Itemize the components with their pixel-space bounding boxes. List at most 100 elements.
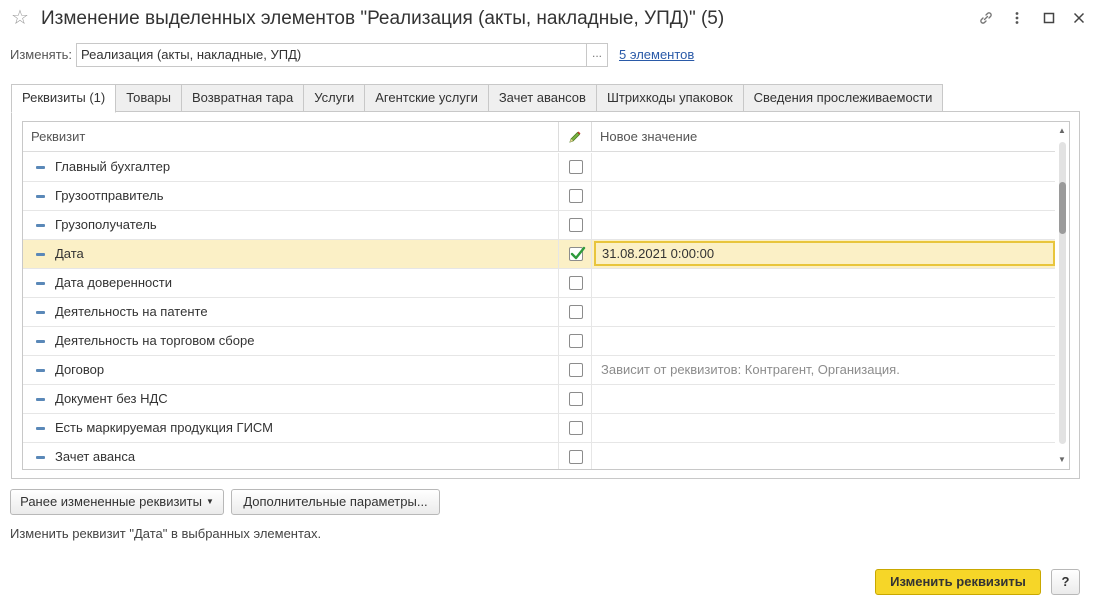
table-row[interactable]: Зачет аванса bbox=[23, 443, 1055, 469]
scroll-thumb[interactable] bbox=[1059, 182, 1066, 234]
change-checkbox[interactable] bbox=[569, 421, 583, 435]
requisite-icon bbox=[36, 369, 45, 372]
check-cell bbox=[558, 182, 592, 210]
requisite-name: Главный бухгалтер bbox=[55, 159, 171, 174]
table-row-selected[interactable]: Дата 31.08.2021 0:00:00 bbox=[23, 240, 1055, 269]
requisite-icon bbox=[36, 340, 45, 343]
previous-changed-label: Ранее измененные реквизиты bbox=[20, 494, 202, 509]
tab-panel: Реквизит Новое значение Главный бухгалте… bbox=[11, 111, 1080, 479]
table-row[interactable]: Документ без НДС bbox=[23, 385, 1055, 414]
tab-services[interactable]: Услуги bbox=[304, 84, 366, 112]
change-checkbox[interactable] bbox=[569, 276, 583, 290]
choose-button[interactable]: ... bbox=[586, 43, 608, 67]
vertical-scrollbar[interactable]: ▲ ▼ bbox=[1055, 122, 1069, 469]
new-value-cell[interactable]: Зависит от реквизитов: Контрагент, Орган… bbox=[593, 356, 1055, 384]
new-value-cell[interactable] bbox=[593, 182, 1055, 210]
requisite-name: Деятельность на патенте bbox=[55, 304, 208, 319]
change-checkbox[interactable] bbox=[569, 218, 583, 232]
elements-count-link[interactable]: 5 элементов bbox=[619, 47, 694, 62]
new-value-cell[interactable]: 31.08.2021 0:00:00 bbox=[593, 240, 1055, 268]
tab-requisites[interactable]: Реквизиты (1) bbox=[11, 84, 117, 113]
check-cell bbox=[558, 269, 592, 297]
requisite-name: Деятельность на торговом сборе bbox=[55, 333, 255, 348]
change-checkbox[interactable] bbox=[569, 305, 583, 319]
tab-returnable-packaging[interactable]: Возвратная тара bbox=[181, 84, 305, 112]
change-target-field[interactable]: Реализация (акты, накладные, УПД) bbox=[76, 43, 586, 67]
apply-changes-button[interactable]: Изменить реквизиты bbox=[875, 569, 1041, 595]
column-header-requisite[interactable]: Реквизит bbox=[31, 122, 85, 152]
new-value-cell[interactable] bbox=[593, 414, 1055, 442]
table-row[interactable]: Деятельность на патенте bbox=[23, 298, 1055, 327]
new-value-cell[interactable] bbox=[593, 298, 1055, 326]
scroll-up-icon[interactable]: ▲ bbox=[1058, 126, 1066, 135]
tab-agent-services[interactable]: Агентские услуги bbox=[365, 84, 489, 112]
new-value-cell[interactable] bbox=[593, 269, 1055, 297]
window-title: Изменение выделенных элементов "Реализац… bbox=[41, 8, 725, 29]
link-icon[interactable] bbox=[976, 8, 996, 28]
tab-traceability[interactable]: Сведения прослеживаемости bbox=[743, 84, 944, 112]
requisite-icon bbox=[36, 253, 45, 256]
favorite-star-icon[interactable]: ☆ bbox=[11, 6, 29, 30]
requisite-icon bbox=[36, 427, 45, 430]
additional-params-button[interactable]: Дополнительные параметры... bbox=[231, 489, 440, 515]
check-cell bbox=[558, 356, 592, 384]
change-checkbox[interactable] bbox=[569, 160, 583, 174]
table-row[interactable]: Есть маркируемая продукция ГИСМ bbox=[23, 414, 1055, 443]
change-checkbox[interactable] bbox=[569, 392, 583, 406]
check-cell bbox=[558, 153, 592, 181]
check-cell bbox=[558, 443, 592, 469]
tab-package-barcodes[interactable]: Штрихкоды упаковок bbox=[596, 84, 744, 112]
change-checkbox[interactable] bbox=[569, 189, 583, 203]
change-checkbox[interactable] bbox=[569, 450, 583, 464]
new-value-cell[interactable] bbox=[593, 385, 1055, 413]
check-cell bbox=[558, 327, 592, 355]
table-header: Реквизит Новое значение bbox=[23, 122, 1055, 152]
tab-advance-offset[interactable]: Зачет авансов bbox=[488, 84, 597, 112]
table-row[interactable]: Грузоотправитель bbox=[23, 182, 1055, 211]
maximize-icon[interactable] bbox=[1039, 8, 1059, 28]
requisite-icon bbox=[36, 398, 45, 401]
change-checkbox[interactable] bbox=[569, 363, 583, 377]
status-text: Изменить реквизит "Дата" в выбранных эле… bbox=[10, 526, 322, 541]
new-value-cell[interactable] bbox=[593, 443, 1055, 469]
table-row[interactable]: Дата доверенности bbox=[23, 269, 1055, 298]
table-row[interactable]: Грузополучатель bbox=[23, 211, 1055, 240]
change-checkbox[interactable] bbox=[569, 334, 583, 348]
help-button[interactable]: ? bbox=[1051, 569, 1080, 595]
tab-bar: Реквизиты (1) Товары Возвратная тара Усл… bbox=[11, 84, 944, 113]
column-header-new-value[interactable]: Новое значение bbox=[600, 122, 697, 152]
checkmark-icon bbox=[570, 246, 586, 260]
requisite-name: Дата доверенности bbox=[55, 275, 172, 290]
table-body: Главный бухгалтер Грузоотправитель Грузо… bbox=[23, 153, 1055, 469]
check-cell bbox=[558, 211, 592, 239]
check-cell bbox=[558, 414, 592, 442]
more-actions-icon[interactable] bbox=[1007, 8, 1027, 28]
tab-goods[interactable]: Товары bbox=[116, 84, 182, 112]
check-cell bbox=[558, 240, 592, 268]
change-checkbox-checked[interactable] bbox=[569, 246, 586, 261]
date-value-field[interactable]: 31.08.2021 0:00:00 bbox=[594, 241, 1055, 266]
table-row[interactable]: Договор Зависит от реквизитов: Контраген… bbox=[23, 356, 1055, 385]
requisite-icon bbox=[36, 282, 45, 285]
requisite-name: Зачет аванса bbox=[55, 449, 136, 464]
table-row[interactable]: Деятельность на торговом сборе bbox=[23, 327, 1055, 356]
edit-pencil-icon[interactable] bbox=[558, 122, 592, 152]
new-value-cell[interactable] bbox=[593, 211, 1055, 239]
requisites-table: Реквизит Новое значение Главный бухгалте… bbox=[22, 121, 1070, 470]
new-value-cell[interactable] bbox=[593, 327, 1055, 355]
requisite-name: Договор bbox=[55, 362, 105, 377]
requisite-icon bbox=[36, 195, 45, 198]
check-cell bbox=[558, 385, 592, 413]
previous-changed-button[interactable]: Ранее измененные реквизиты ▼ bbox=[10, 489, 224, 515]
dropdown-caret-icon: ▼ bbox=[205, 497, 214, 506]
requisite-icon bbox=[36, 456, 45, 459]
table-row[interactable]: Главный бухгалтер bbox=[23, 153, 1055, 182]
requisite-icon bbox=[36, 224, 45, 227]
requisite-name: Документ без НДС bbox=[55, 391, 168, 406]
close-icon[interactable] bbox=[1069, 8, 1089, 28]
check-cell bbox=[558, 298, 592, 326]
new-value-cell[interactable] bbox=[593, 153, 1055, 181]
requisite-name: Есть маркируемая продукция ГИСМ bbox=[55, 420, 273, 435]
requisite-name: Дата bbox=[55, 246, 84, 261]
scroll-down-icon[interactable]: ▼ bbox=[1058, 455, 1066, 464]
